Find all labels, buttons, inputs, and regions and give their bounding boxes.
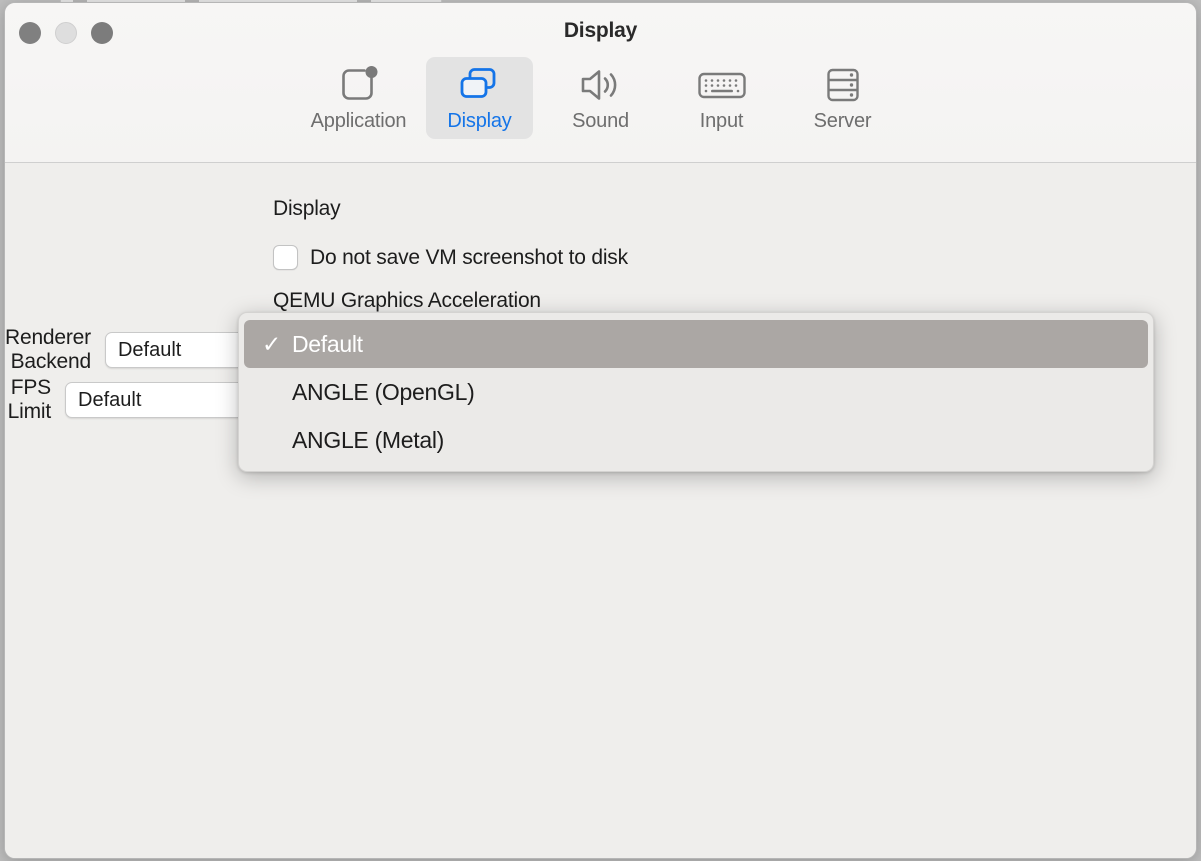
section-header-display: Display <box>273 197 341 220</box>
renderer-backend-dropdown-menu: ✓ Default ✓ ANGLE (OpenGL) ✓ ANGLE (Meta… <box>238 312 1154 472</box>
fps-limit-value: Default <box>78 388 142 411</box>
tab-sound-label: Sound <box>572 110 629 132</box>
menu-item-angle-opengl[interactable]: ✓ ANGLE (OpenGL) <box>244 368 1148 416</box>
server-icon <box>820 65 866 105</box>
renderer-backend-value: Default <box>117 338 182 361</box>
titlebar: Display Application Display Sound Input … <box>5 3 1196 163</box>
checkmark-icon: ✓ <box>262 330 281 357</box>
tab-display-label: Display <box>447 110 512 132</box>
section-header-qemu-acceleration: QEMU Graphics Acceleration <box>273 289 541 312</box>
application-icon <box>338 65 380 105</box>
menu-item-label: ANGLE (Metal) <box>292 426 445 453</box>
vm-screenshot-row: Do not save VM screenshot to disk <box>273 245 628 270</box>
keyboard-icon <box>696 65 748 105</box>
tab-server-label: Server <box>813 110 872 132</box>
tab-input-label: Input <box>699 110 744 132</box>
fps-limit-label: FPS Limit <box>7 376 52 423</box>
tab-application-label: Application <box>310 110 407 132</box>
sound-icon <box>578 65 624 105</box>
renderer-backend-label: Renderer Backend <box>5 326 91 373</box>
menu-item-default[interactable]: ✓ Default <box>244 320 1148 368</box>
menu-item-label: ANGLE (OpenGL) <box>292 378 475 405</box>
do-not-save-screenshot-checkbox[interactable] <box>273 245 298 270</box>
checkmark-icon: ✓ <box>262 379 292 406</box>
tab-sound[interactable]: Sound <box>547 57 654 139</box>
tab-display[interactable]: Display <box>426 57 533 139</box>
display-icon <box>457 65 503 105</box>
checkmark-icon: ✓ <box>262 427 292 454</box>
do-not-save-screenshot-label: Do not save VM screenshot to disk <box>310 245 628 269</box>
toolbar: Application Display Sound Input Server <box>5 57 1196 139</box>
tab-input[interactable]: Input <box>668 57 775 139</box>
preferences-window: Display Application Display Sound Input … <box>4 2 1197 859</box>
window-title: Display <box>563 19 638 42</box>
display-settings-pane: Display Do not save VM screenshot to dis… <box>5 163 1196 858</box>
menu-item-angle-metal[interactable]: ✓ ANGLE (Metal) <box>244 416 1148 464</box>
menu-item-label: Default <box>292 330 363 357</box>
tab-server[interactable]: Server <box>789 57 896 139</box>
tab-application[interactable]: Application <box>305 57 412 139</box>
